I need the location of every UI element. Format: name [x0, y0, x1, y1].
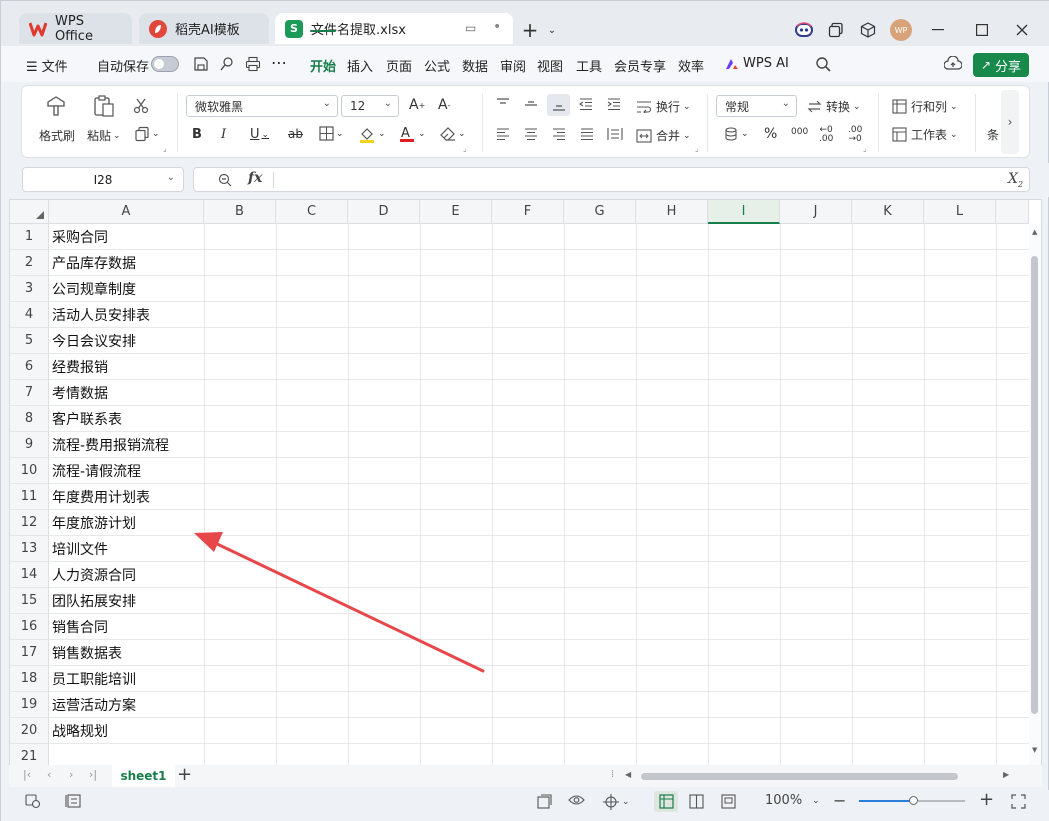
- document-info-icon[interactable]: [65, 794, 81, 808]
- zoom-slider-fill: [859, 800, 913, 802]
- zoom-out-icon[interactable]: −: [833, 791, 846, 810]
- normal-view-icon[interactable]: [654, 791, 678, 812]
- zoom-slider-handle[interactable]: [909, 796, 918, 805]
- sheet-tab-sheet1[interactable]: sheet1: [112, 765, 175, 787]
- split-handle-icon[interactable]: ⁞: [611, 769, 614, 780]
- sheet-tab-bar: |‹ ‹ › ›| sheet1 + ⁞ ◀ ▶: [9, 764, 1042, 787]
- zoom-level-select[interactable]: 100% ⌄: [765, 793, 820, 808]
- add-sheet-button[interactable]: +: [177, 764, 192, 785]
- next-sheet-icon[interactable]: ›: [69, 768, 73, 781]
- first-sheet-icon[interactable]: |‹: [23, 768, 31, 781]
- status-bar: [1, 790, 1049, 821]
- last-sheet-icon[interactable]: ›|: [89, 768, 97, 781]
- eye-icon[interactable]: [568, 794, 585, 806]
- macro-icon[interactable]: [25, 794, 41, 809]
- protect-view-icon[interactable]: [537, 794, 552, 809]
- app-window: WPS Office 稻壳AI模板 S 文件名提取.xlsx ▭ • + ⌄ W…: [0, 0, 1049, 821]
- chevron-down-icon: ⌄: [812, 795, 820, 806]
- reading-view-icon[interactable]: [689, 794, 704, 809]
- annotation-arrow: [194, 532, 485, 673]
- horizontal-scroll-thumb[interactable]: [641, 773, 958, 780]
- fullscreen-icon[interactable]: [1011, 794, 1026, 809]
- page-layout-view-icon[interactable]: [721, 794, 736, 809]
- scroll-left-icon[interactable]: ◀: [625, 770, 631, 779]
- crosshair-icon[interactable]: ⌄: [603, 794, 630, 810]
- zoom-in-icon[interactable]: +: [979, 789, 994, 810]
- scroll-right-icon[interactable]: ▶: [1003, 770, 1009, 779]
- prev-sheet-icon[interactable]: ‹: [47, 768, 51, 781]
